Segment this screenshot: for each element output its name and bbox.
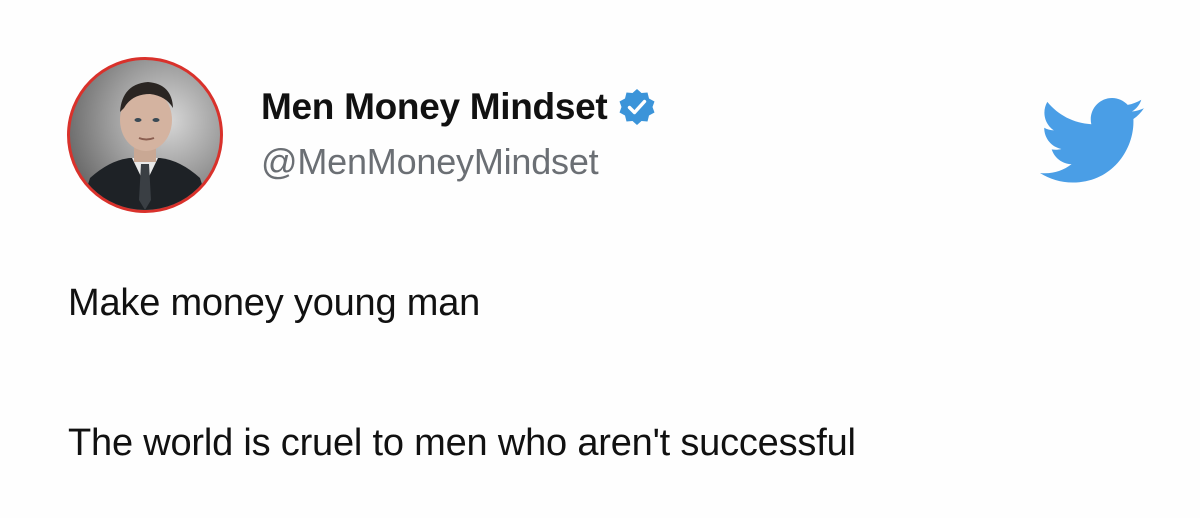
tweet-line: Make money young man — [68, 282, 481, 324]
author-display-name[interactable]: Men Money Mindset — [261, 86, 608, 128]
profile-photo-icon — [80, 82, 210, 210]
avatar[interactable] — [67, 57, 223, 213]
tweet-card: Men Money Mindset @MenMoneyMindset Make … — [0, 0, 1200, 518]
author-handle[interactable]: @MenMoneyMindset — [261, 141, 599, 183]
author-name-row: Men Money Mindset — [261, 82, 657, 132]
tweet-line: The world is cruel to men who aren't suc… — [68, 422, 856, 464]
verified-badge-icon — [617, 87, 657, 127]
twitter-bird-icon — [1039, 98, 1146, 184]
